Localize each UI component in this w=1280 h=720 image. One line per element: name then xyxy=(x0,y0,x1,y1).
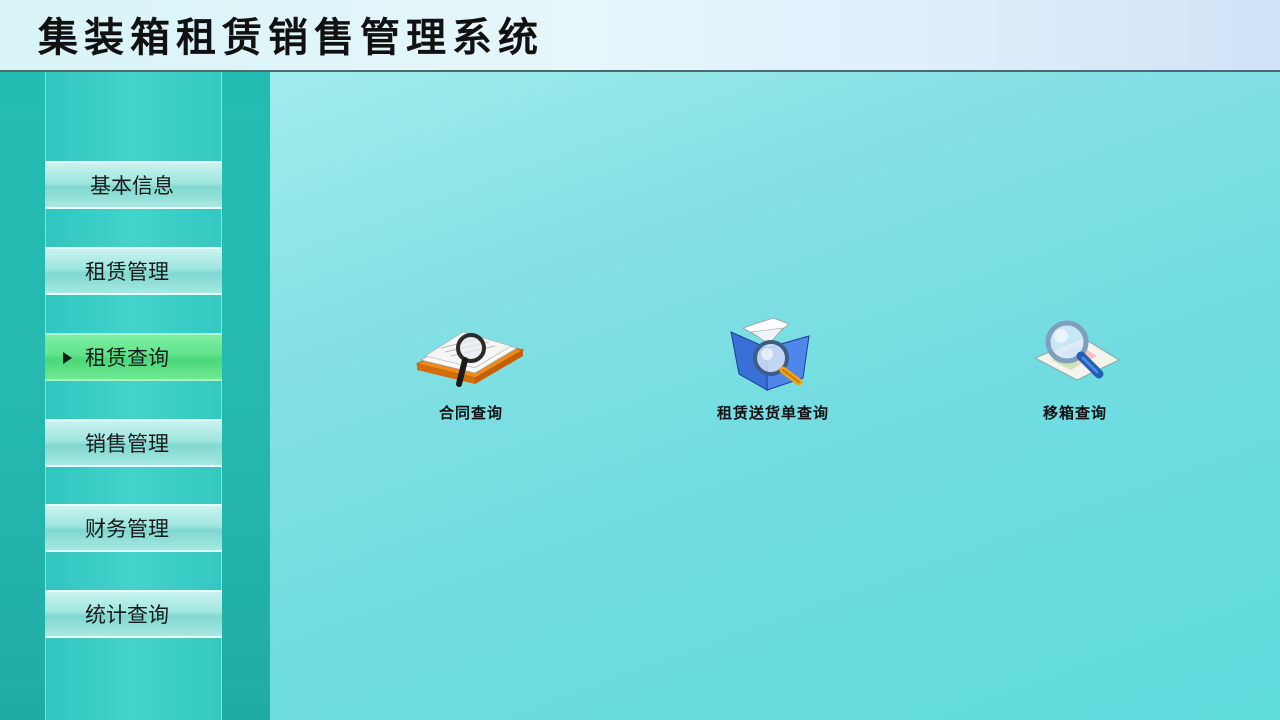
sidebar-item-finance-management[interactable]: 财务管理 xyxy=(45,504,222,552)
sidebar-item-label: 基本信息 xyxy=(90,174,174,198)
app-title: 集装箱租赁销售管理系统 xyxy=(38,15,544,61)
sidebar-item-label: 统计查询 xyxy=(85,603,169,627)
sidebar: 基本信息 租赁管理 租赁查询 销售管理 财务管理 统计查询 xyxy=(0,72,270,720)
tile-delivery-note-query[interactable]: 租赁送货单查询 xyxy=(693,318,853,428)
tile-label: 移箱查询 xyxy=(1042,404,1107,422)
app-window: 集装箱租赁销售管理系统 基本信息 租赁管理 租赁查询 销售管理 财务管理 统计查… xyxy=(0,0,1280,720)
delivery-note-search-icon xyxy=(730,318,810,391)
container-move-search-icon xyxy=(1033,320,1121,381)
sidebar-item-label: 租赁管理 xyxy=(85,260,169,284)
sidebar-item-basic-info[interactable]: 基本信息 xyxy=(45,161,222,209)
sidebar-item-label: 财务管理 xyxy=(85,517,169,541)
sidebar-item-label: 销售管理 xyxy=(85,432,169,456)
tile-contract-query[interactable]: 合同查询 xyxy=(391,318,551,428)
tile-container-move-query[interactable]: 移箱查询 xyxy=(995,318,1155,428)
sidebar-item-statistics-query[interactable]: 统计查询 xyxy=(45,590,222,638)
tile-label: 租赁送货单查询 xyxy=(716,404,829,422)
sidebar-item-lease-query[interactable]: 租赁查询 xyxy=(45,333,222,381)
tile-label: 合同查询 xyxy=(438,404,503,422)
sidebar-item-sales-management[interactable]: 销售管理 xyxy=(45,419,222,467)
header-bar: 集装箱租赁销售管理系统 xyxy=(0,0,1280,72)
contract-search-icon xyxy=(415,331,525,387)
sidebar-item-label: 租赁查询 xyxy=(85,346,169,370)
sidebar-item-lease-management[interactable]: 租赁管理 xyxy=(45,247,222,295)
main-content: 合同查询 租赁送货单查询 移箱查询 xyxy=(270,72,1280,720)
triangle-right-icon xyxy=(63,352,72,364)
